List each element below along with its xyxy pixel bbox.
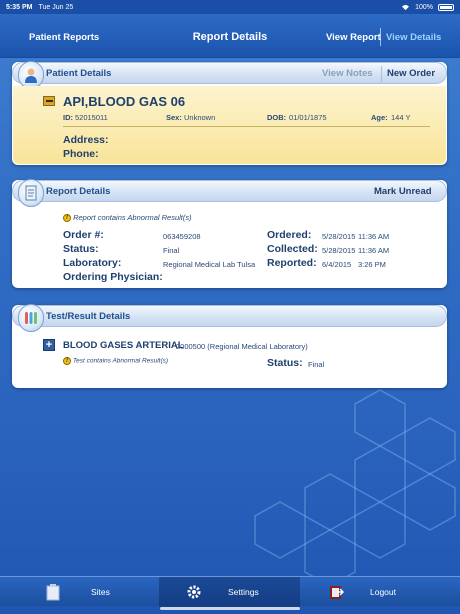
- warning-icon: !: [63, 357, 71, 365]
- test-status-value: Final: [308, 360, 325, 369]
- navigation-bar: Patient Reports Report Details View Repo…: [0, 14, 460, 58]
- view-notes-button[interactable]: View Notes: [322, 68, 373, 79]
- test-tubes-icon: [18, 304, 44, 332]
- test-result-details-title: Test/Result Details: [46, 311, 131, 322]
- bottom-tab-bar: Sites Settings Logout: [0, 576, 460, 607]
- segment-view-report[interactable]: View Report: [326, 32, 381, 43]
- mark-unread-button[interactable]: Mark Unread: [374, 186, 432, 197]
- ordered-time: 11:36 AM: [358, 232, 390, 241]
- status-date: Tue Jun 25: [38, 3, 74, 11]
- status-value: Final: [163, 246, 180, 255]
- patient-details-card: Patient Details View Notes New Order API…: [12, 61, 447, 165]
- report-details-header: Report Details Mark Unread: [12, 180, 447, 202]
- status-bar: 5:35 PM Tue Jun 25 100%: [0, 0, 460, 14]
- patient-icon: [18, 61, 44, 89]
- collected-time: 11:36 AM: [358, 246, 390, 255]
- collapse-icon[interactable]: [43, 96, 55, 106]
- patient-age-value: 144 Y: [391, 113, 411, 122]
- patient-details-title: Patient Details: [46, 68, 112, 79]
- header-divider: [381, 66, 382, 82]
- logout-icon: [330, 586, 344, 599]
- patient-details-header: Patient Details View Notes New Order: [12, 62, 447, 84]
- status-time: 5:35 PM: [6, 3, 33, 11]
- segment-view-details[interactable]: View Details: [386, 32, 441, 43]
- patient-sex-value: Unknown: [184, 113, 216, 122]
- status-label: Status:: [63, 243, 99, 255]
- new-order-button[interactable]: New Order: [387, 68, 435, 79]
- patient-age-label: Age:: [371, 113, 388, 122]
- test-result-details-card: Test/Result Details + BLOOD GASES ARTERI…: [12, 304, 447, 388]
- order-number-value: 063459208: [163, 232, 201, 241]
- ordered-date: 5/28/2015: [322, 232, 356, 241]
- tab-logout[interactable]: Logout: [300, 577, 460, 607]
- expand-test-icon[interactable]: +: [43, 339, 55, 351]
- test-result-details-header: Test/Result Details: [12, 305, 447, 327]
- patient-summary-highlight: API,BLOOD GAS 06 ID: 52015011 Sex: Unkno…: [13, 86, 446, 164]
- test-abnormal-note: ! Test contains Abnormal Result(s): [63, 357, 168, 365]
- tab-sites-label: Sites: [91, 587, 110, 597]
- tab-settings[interactable]: Settings: [160, 577, 299, 607]
- tab-logout-label: Logout: [370, 587, 396, 597]
- ordered-label: Ordered:: [267, 229, 312, 241]
- patient-divider: [63, 126, 430, 127]
- reported-label: Reported:: [267, 257, 317, 269]
- battery-percent: 100%: [415, 3, 433, 11]
- order-number-label: Order #:: [63, 229, 104, 241]
- battery-icon: [438, 3, 454, 11]
- report-details-card: Report Details Mark Unread ! Report cont…: [12, 179, 447, 288]
- sites-icon: [46, 584, 60, 601]
- laboratory-value: Regional Medical Lab Tulsa: [163, 260, 256, 269]
- segment-divider: [380, 28, 381, 46]
- patient-dob-value: 01/01/1875: [289, 113, 327, 122]
- patient-id-value: 52015011: [75, 113, 108, 122]
- report-abnormal-note: ! Report contains Abnormal Result(s): [63, 213, 192, 223]
- tab-settings-label: Settings: [228, 587, 259, 597]
- reported-date: 6/4/2015: [322, 260, 352, 269]
- laboratory-label: Laboratory:: [63, 257, 122, 269]
- test-name: BLOOD GASES ARTERIAL: [63, 340, 184, 351]
- phone-label: Phone:: [63, 148, 99, 160]
- ordering-physician-label: Ordering Physician:: [63, 271, 163, 283]
- gear-icon: [187, 585, 201, 599]
- collected-label: Collected:: [267, 243, 318, 255]
- home-indicator: [160, 607, 300, 610]
- patient-dob-label: DOB:: [267, 113, 287, 122]
- tab-sites[interactable]: Sites: [0, 577, 159, 607]
- patient-name: API,BLOOD GAS 06: [63, 94, 186, 109]
- test-code: 2000500 (Regional Medical Laboratory): [176, 342, 308, 351]
- warning-icon: !: [63, 214, 71, 223]
- wifi-icon: [402, 4, 410, 10]
- test-status-label: Status:: [267, 357, 303, 369]
- report-details-title: Report Details: [46, 186, 111, 197]
- patient-sex-label: Sex:: [166, 113, 182, 122]
- patient-id-label: ID:: [63, 113, 73, 122]
- hexagon-background: [254, 389, 456, 580]
- collected-date: 5/28/2015: [322, 246, 356, 255]
- report-icon: [18, 179, 44, 207]
- address-label: Address:: [63, 134, 109, 146]
- reported-time: 3:26 PM: [358, 260, 386, 269]
